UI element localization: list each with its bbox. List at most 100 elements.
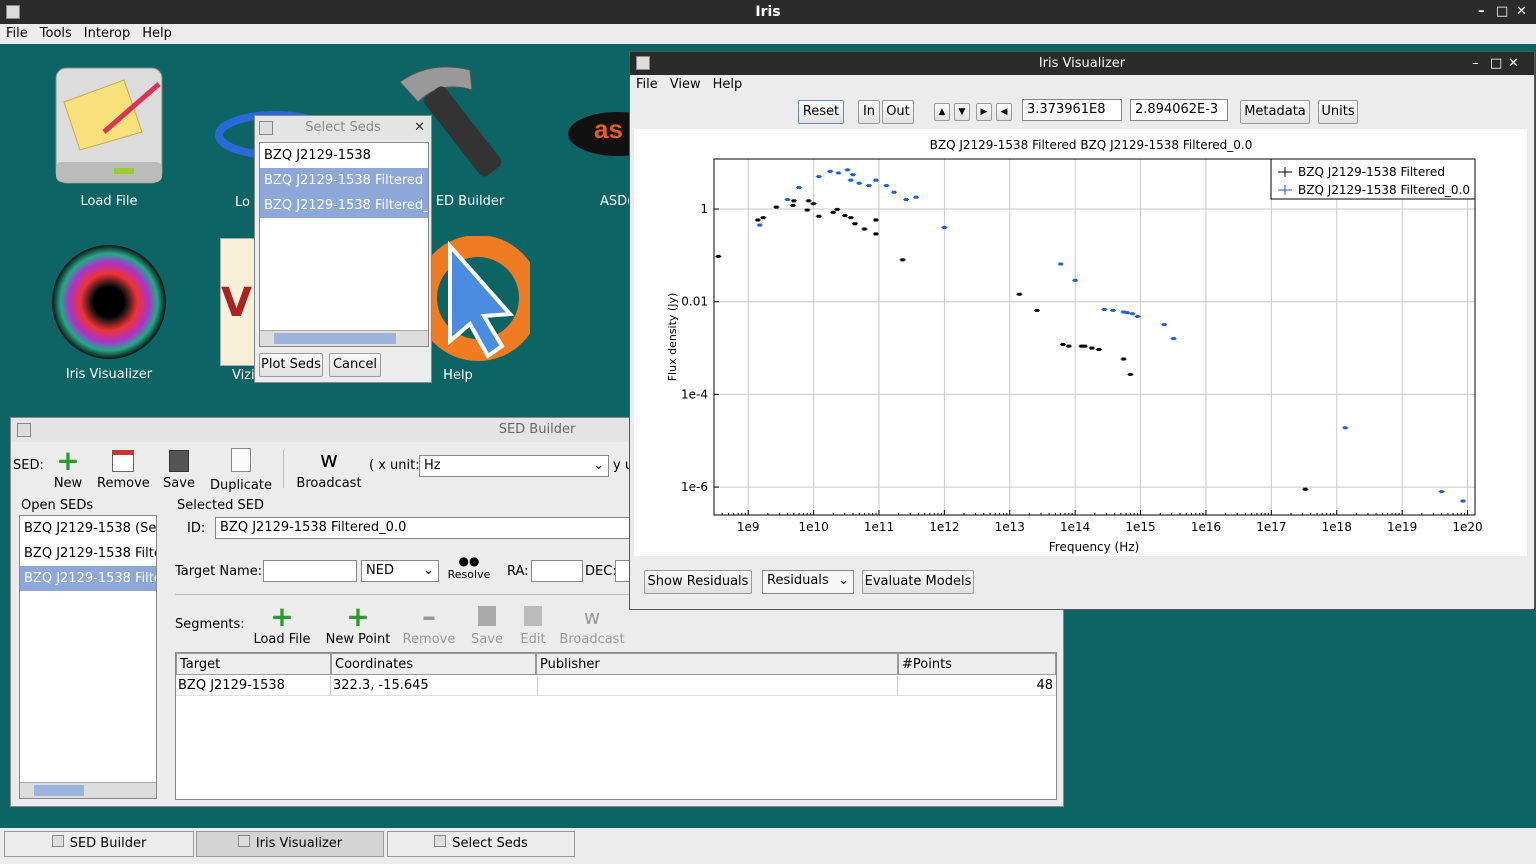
show-residuals-button[interactable]: Show Residuals bbox=[644, 570, 752, 594]
sed-list-item-selected[interactable]: BZQ J2129-1538 Filtered_ bbox=[260, 193, 428, 218]
new-point-button[interactable]: + New Point bbox=[323, 602, 393, 648]
cancel-button[interactable]: Cancel bbox=[329, 353, 381, 377]
load-file-segment-button[interactable]: + Load File bbox=[249, 602, 315, 648]
resolver-select[interactable]: NED ⌄ bbox=[361, 560, 439, 582]
column-header-points[interactable]: #Points bbox=[898, 653, 1056, 675]
table-row[interactable]: BZQ J2129-1538 322.3, -15.645 48 bbox=[176, 676, 1056, 696]
units-button[interactable]: Units bbox=[1318, 100, 1358, 124]
select-seds-scrollbar[interactable] bbox=[260, 330, 428, 346]
menu-file[interactable]: File bbox=[0, 24, 34, 44]
iris-visualizer-window: Iris Visualizer – □ ✕ File View Help Reset… bbox=[629, 51, 1535, 610]
main-title: Iris bbox=[755, 4, 781, 20]
id-field[interactable]: BZQ J2129-1538 Filtered_0.0 bbox=[215, 517, 635, 539]
open-seds-scrollbar[interactable] bbox=[20, 782, 156, 798]
zoom-out-button[interactable]: Out bbox=[882, 100, 914, 124]
viz-menu-view[interactable]: View bbox=[664, 75, 707, 95]
toolbar-separator bbox=[283, 450, 284, 488]
maximize-icon[interactable]: □ bbox=[1490, 52, 1502, 75]
x-unit-select[interactable]: Hz ⌄ bbox=[419, 455, 609, 477]
open-sed-item[interactable]: BZQ J2129-1538 (Se bbox=[20, 516, 156, 541]
load-file-label: Load File bbox=[80, 194, 138, 209]
residuals-select[interactable]: Residuals ⌄ bbox=[762, 570, 854, 594]
remove-segment-label: Remove bbox=[402, 632, 456, 647]
arrow-right-icon: ▶ bbox=[980, 107, 988, 117]
minimize-icon[interactable]: – bbox=[1472, 52, 1479, 75]
open-sed-item-selected[interactable]: BZQ J2129-1538 Filte bbox=[20, 566, 156, 591]
resolve-button[interactable]: ●● Resolve bbox=[445, 554, 493, 581]
close-icon[interactable]: ✕ bbox=[1508, 52, 1519, 75]
help-label: Help bbox=[443, 368, 473, 383]
cell-points: 48 bbox=[1036, 678, 1053, 693]
viz-menu-help[interactable]: Help bbox=[707, 75, 749, 95]
close-icon[interactable]: ✕ bbox=[1516, 0, 1527, 24]
column-header-publisher[interactable]: Publisher bbox=[536, 653, 898, 675]
x-tick-label: 1e12 bbox=[929, 520, 959, 534]
taskbar-iris-visualizer[interactable]: Iris Visualizer bbox=[196, 831, 384, 857]
desktop-icon-asdc[interactable]: as ASD( bbox=[566, 100, 668, 210]
sed-builder-title: SED Builder bbox=[498, 422, 576, 437]
pan-up-button[interactable]: ▲ bbox=[934, 103, 950, 121]
visualizer-menubar: File View Help bbox=[630, 75, 1534, 95]
chevron-down-icon: ⌄ bbox=[423, 563, 434, 578]
x-coordinate-field[interactable]: 3.373961E8 bbox=[1022, 99, 1122, 121]
task-sed-builder-icon bbox=[51, 835, 64, 847]
save-sed-label: Save bbox=[163, 476, 195, 491]
sed-list-item[interactable]: BZQ J2129-1538 bbox=[260, 143, 428, 168]
sed-chart[interactable]: BZQ J2129-1538 Filtered BZQ J2129-1538 F… bbox=[634, 129, 1527, 556]
column-header-target[interactable]: Target bbox=[176, 653, 331, 675]
chart-title: BZQ J2129-1538 Filtered BZQ J2129-1538 F… bbox=[930, 138, 1253, 152]
open-sed-item[interactable]: BZQ J2129-1538 Filte bbox=[20, 541, 156, 566]
desktop-icon-load-file[interactable]: Load File bbox=[44, 62, 174, 212]
ra-field[interactable] bbox=[531, 560, 583, 582]
metadata-button[interactable]: Metadata bbox=[1240, 100, 1310, 124]
reset-button[interactable]: Reset bbox=[798, 100, 844, 124]
desktop-icon-iris-visualizer[interactable]: Iris Visualizer bbox=[44, 240, 174, 390]
plot-seds-button[interactable]: Plot Seds bbox=[259, 353, 323, 377]
taskbar-sed-builder[interactable]: SED Builder bbox=[4, 831, 194, 857]
duplicate-sed-button[interactable]: Duplicate bbox=[207, 446, 275, 493]
close-icon[interactable]: ✕ bbox=[414, 116, 425, 140]
resolver-value: NED bbox=[366, 563, 394, 578]
task-visualizer-label: Iris Visualizer bbox=[255, 836, 343, 851]
evaluate-models-button[interactable]: Evaluate Models bbox=[862, 570, 974, 594]
pan-right-button[interactable]: ▶ bbox=[976, 103, 992, 121]
chart-marks bbox=[715, 168, 1466, 503]
y-tick-label: 1e-4 bbox=[681, 387, 708, 401]
new-sed-button[interactable]: + New bbox=[49, 446, 87, 492]
selected-sed-title: Selected SED bbox=[177, 498, 264, 513]
zoom-in-button[interactable]: In bbox=[858, 100, 880, 124]
y-coordinate-field[interactable]: 2.894062E-3 bbox=[1130, 99, 1228, 121]
plot-area[interactable]: BZQ J2129-1538 Filtered BZQ J2129-1538 F… bbox=[634, 129, 1527, 556]
maximize-icon[interactable]: □ bbox=[1496, 0, 1508, 24]
broadcast-sed-button[interactable]: w Broadcast bbox=[295, 446, 363, 491]
save-segment-button[interactable]: Save bbox=[467, 602, 507, 647]
save-sed-button[interactable]: Save bbox=[161, 446, 197, 491]
main-menubar: File Tools Interop Help bbox=[0, 24, 1536, 44]
edit-segment-button[interactable]: Edit bbox=[515, 602, 551, 647]
sed-list-item-selected[interactable]: BZQ J2129-1538 Filtered bbox=[260, 168, 428, 193]
minus-icon: – bbox=[422, 600, 436, 633]
column-header-coordinates[interactable]: Coordinates bbox=[331, 653, 536, 675]
x-tick-label: 1e10 bbox=[798, 520, 828, 534]
task-sed-builder-label: SED Builder bbox=[69, 836, 147, 851]
remove-sed-button[interactable]: Remove bbox=[97, 446, 150, 491]
remove-sed-label: Remove bbox=[97, 476, 150, 491]
target-name-field[interactable] bbox=[263, 560, 357, 582]
broadcast-segment-button[interactable]: w Broadcast bbox=[557, 602, 627, 647]
taskbar-select-seds[interactable]: Select Seds bbox=[387, 831, 575, 857]
menu-interop[interactable]: Interop bbox=[78, 24, 136, 44]
minimize-icon[interactable]: – bbox=[1478, 0, 1485, 24]
remove-segment-button[interactable]: – Remove bbox=[401, 600, 457, 648]
edit-icon bbox=[524, 606, 542, 626]
visualizer-titlebar: Iris Visualizer – □ ✕ bbox=[630, 52, 1534, 75]
y-tick-label: 1e-6 bbox=[681, 480, 708, 494]
x-tick-label: 1e16 bbox=[1191, 520, 1221, 534]
menu-tools[interactable]: Tools bbox=[34, 24, 78, 44]
visualizer-window-icon bbox=[636, 56, 650, 70]
menu-help[interactable]: Help bbox=[136, 24, 178, 44]
viz-menu-file[interactable]: File bbox=[630, 75, 664, 95]
pan-left-button[interactable]: ◀ bbox=[996, 103, 1012, 121]
pan-down-button[interactable]: ▼ bbox=[954, 103, 970, 121]
scroll-thumb[interactable] bbox=[34, 785, 84, 796]
scroll-thumb[interactable] bbox=[274, 333, 396, 344]
